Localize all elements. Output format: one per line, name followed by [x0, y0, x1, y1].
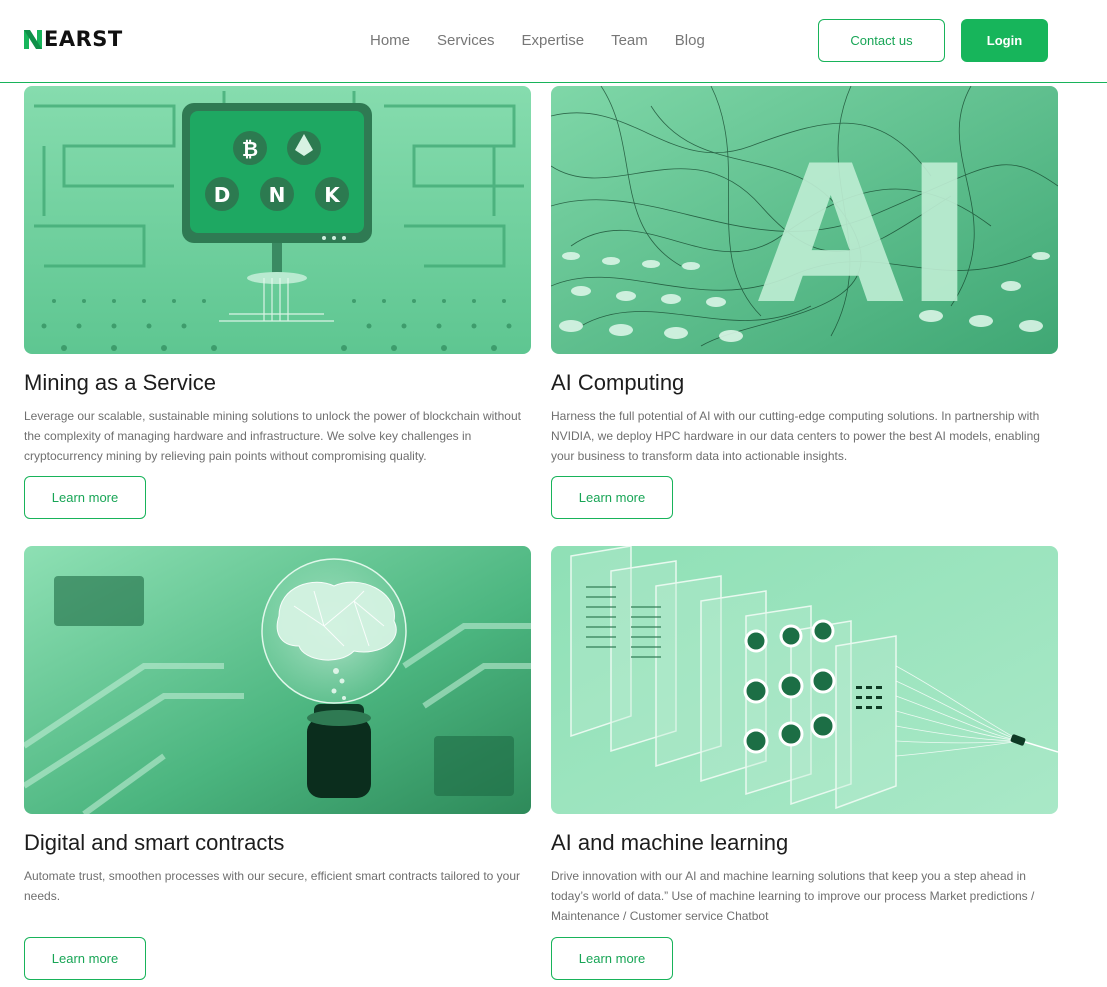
nav-services[interactable]: Services [437, 31, 495, 51]
service-card-mining: ₿ D N K Mining as a Service Leverage our… [24, 86, 531, 520]
ai-letters: AI [757, 125, 975, 346]
nav-team[interactable]: Team [611, 31, 648, 51]
ai-computing-illustration: AI [551, 86, 1058, 354]
learn-more-button[interactable]: Learn more [24, 937, 146, 980]
site-header: EARST Home Services Expertise Team Blog … [0, 0, 1107, 83]
service-card-smart-contracts: Digital and smart contracts Automate tru… [24, 546, 531, 980]
learn-more-button[interactable]: Learn more [551, 476, 673, 519]
service-card-machine-learning: AI and machine learning Drive innovation… [551, 546, 1058, 980]
card-title: AI and machine learning [551, 830, 789, 855]
login-button[interactable]: Login [961, 19, 1048, 62]
card-title: AI Computing [551, 370, 685, 395]
nav-home[interactable]: Home [370, 31, 410, 51]
nav-blog[interactable]: Blog [675, 31, 705, 51]
bitcoin-icon: ₿ [242, 137, 258, 161]
dash-icon: D [214, 183, 231, 207]
machine-learning-illustration [551, 546, 1058, 814]
card-description: Drive innovation with our AI and machine… [551, 869, 1035, 923]
learn-more-button[interactable]: Learn more [551, 937, 673, 980]
brand-logo[interactable]: EARST [24, 28, 123, 50]
nav-expertise[interactable]: Expertise [522, 31, 585, 51]
nearst-coin-icon: N [269, 183, 286, 207]
service-card-ai-computing: AI AI Computing Harness the full potenti… [551, 86, 1058, 520]
logo-mark-icon [24, 29, 42, 49]
learn-more-button[interactable]: Learn more [24, 476, 146, 519]
mining-illustration: ₿ D N K [24, 86, 531, 354]
card-description: Harness the full potential of AI with ou… [551, 409, 1040, 463]
card-title: Mining as a Service [24, 370, 216, 395]
smart-contracts-illustration [24, 546, 531, 814]
main-nav: Home Services Expertise Team Blog [370, 31, 732, 51]
brand-name: EARST [44, 27, 123, 51]
card-title: Digital and smart contracts [24, 830, 285, 855]
svg-text:AI: AI [757, 125, 975, 346]
card-description: Leverage our scalable, sustainable minin… [24, 409, 521, 463]
kaspa-icon: K [324, 183, 341, 207]
card-description: Automate trust, smoothen processes with … [24, 869, 521, 903]
contact-us-button[interactable]: Contact us [818, 19, 945, 62]
